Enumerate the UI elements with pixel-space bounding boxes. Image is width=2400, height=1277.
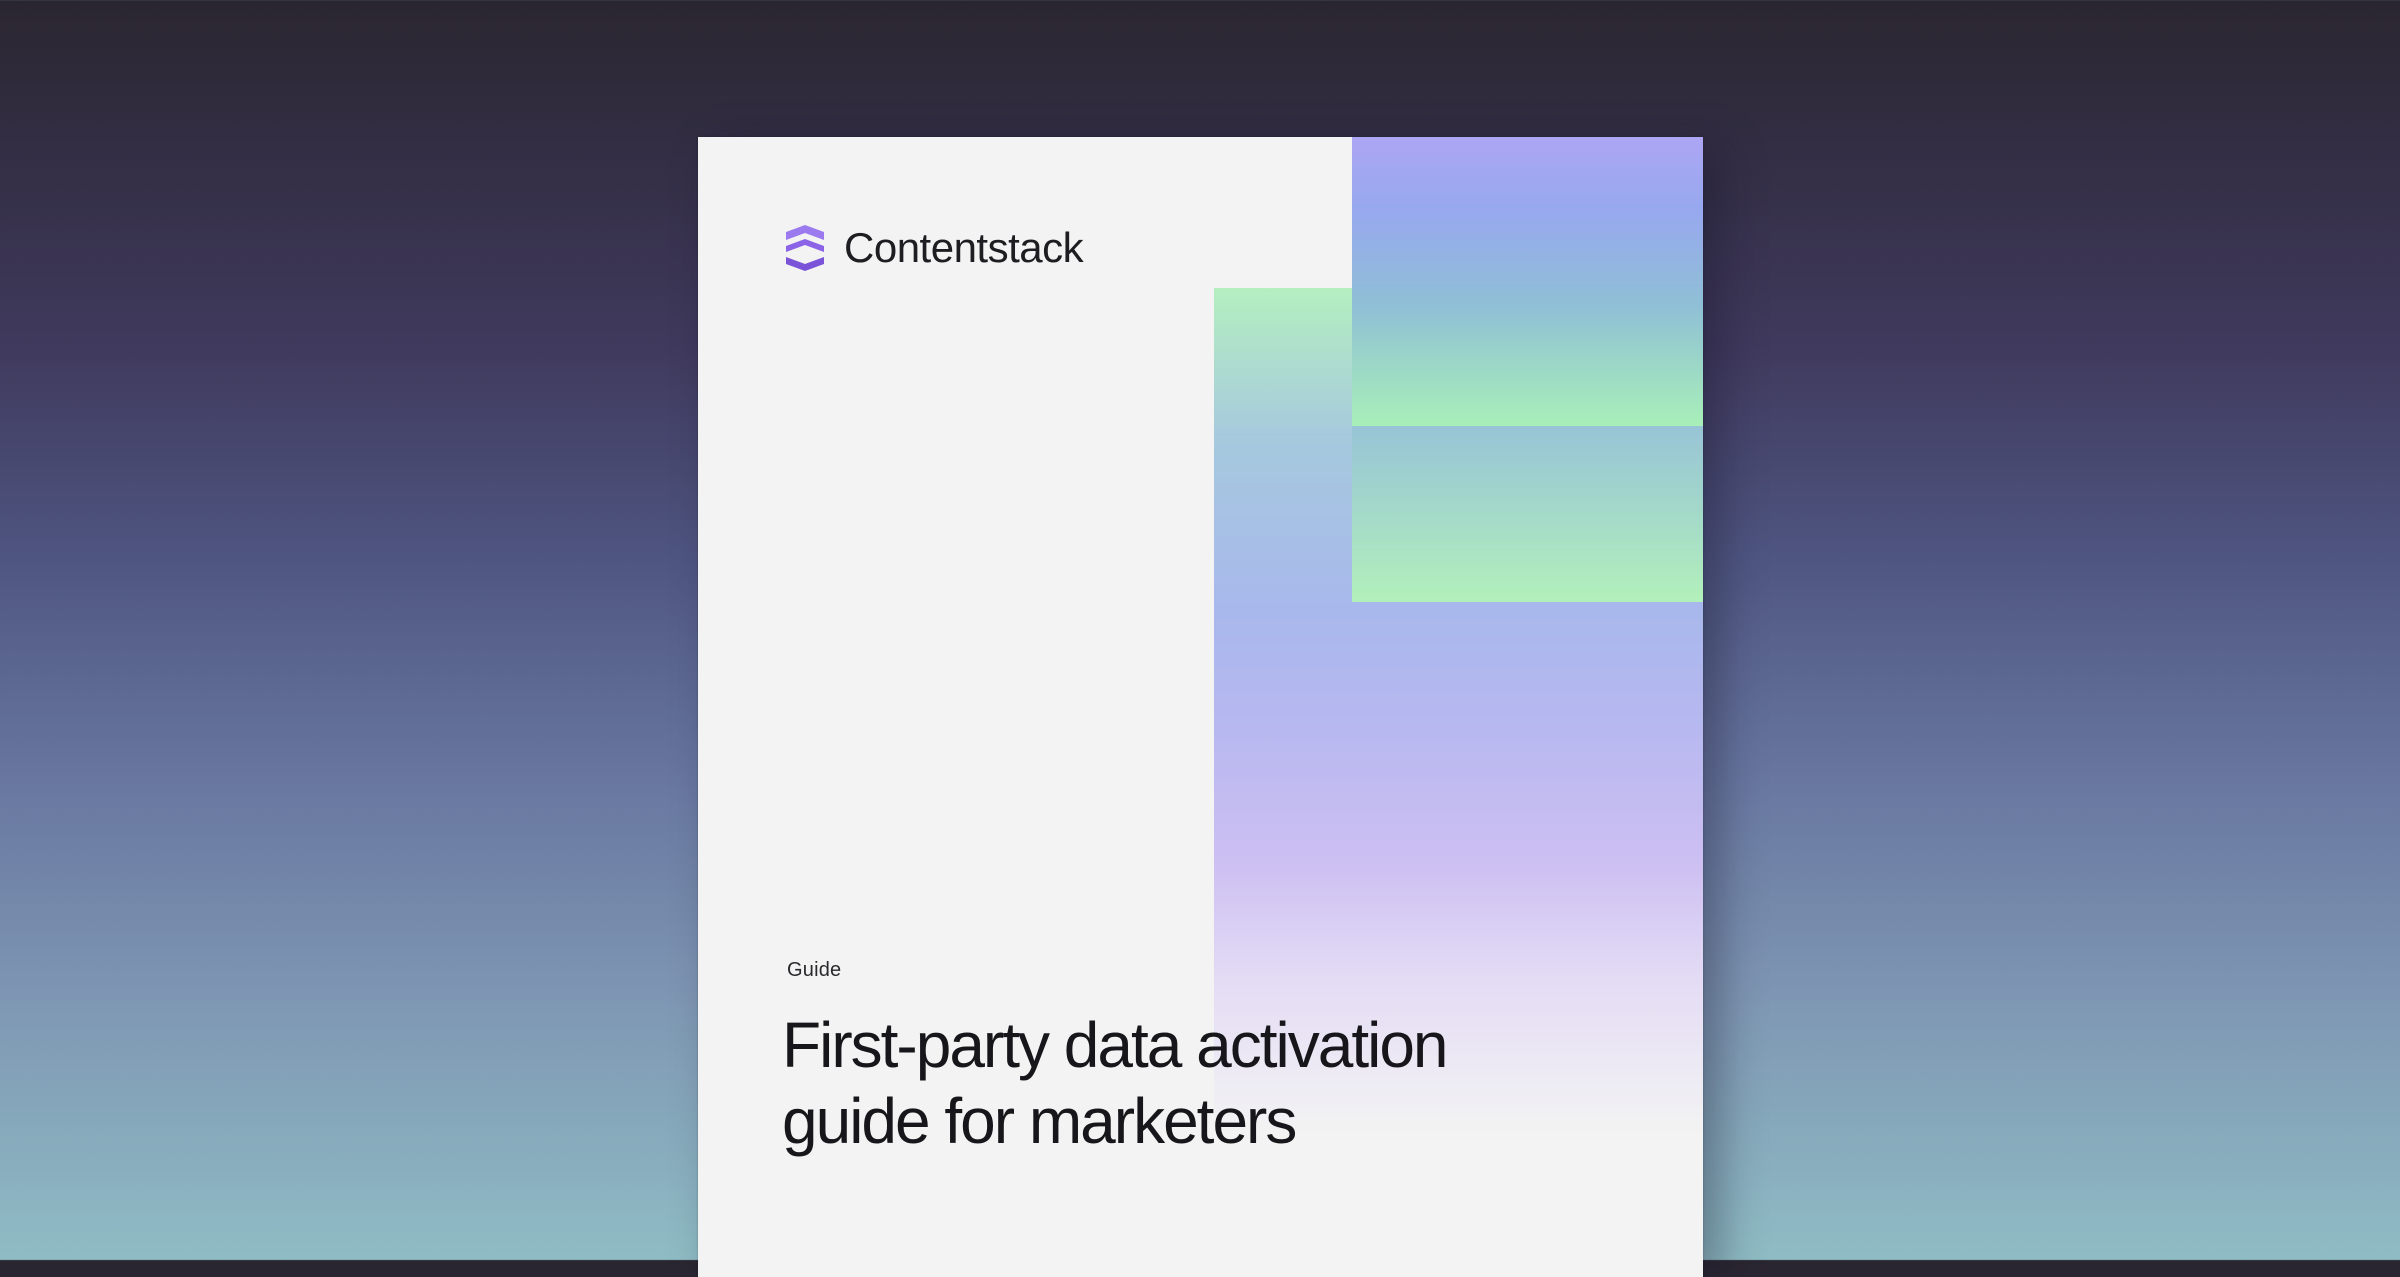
document-type-label: Guide [787,959,842,981]
contentstack-logo-icon [786,225,824,271]
cover-title: First-party data activation guide for ma… [782,1009,1449,1157]
brand-logo: Contentstack [784,223,1084,273]
brand-name: Contentstack [844,224,1084,271]
gradient-block-top [1352,137,1703,426]
gradient-block-middle [1352,426,1703,602]
guide-cover: Contentstack Guide First-party data acti… [698,137,1703,1277]
